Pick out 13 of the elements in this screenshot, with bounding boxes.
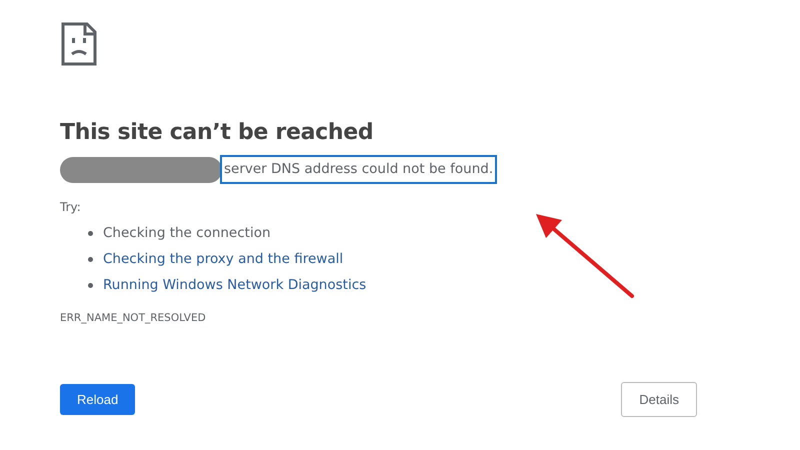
error-code: ERR_NAME_NOT_RESOLVED [60, 312, 207, 324]
error-title: This site can’t be reached [60, 120, 374, 145]
details-button[interactable]: Details [621, 382, 697, 417]
sad-page-icon [61, 22, 97, 66]
try-label: Try: [60, 200, 82, 214]
error-message: server DNS address could not be found. [220, 155, 498, 184]
reload-button[interactable]: Reload [60, 384, 136, 415]
bullet-icon [88, 282, 93, 288]
bullet-icon [88, 230, 93, 236]
suggestion-link[interactable]: Running Windows Network Diagnostics [103, 277, 366, 293]
suggestion-link[interactable]: Checking the proxy and the firewall [103, 251, 344, 267]
bullet-icon [88, 256, 93, 262]
suggestion-text: Checking the connection [103, 225, 271, 241]
